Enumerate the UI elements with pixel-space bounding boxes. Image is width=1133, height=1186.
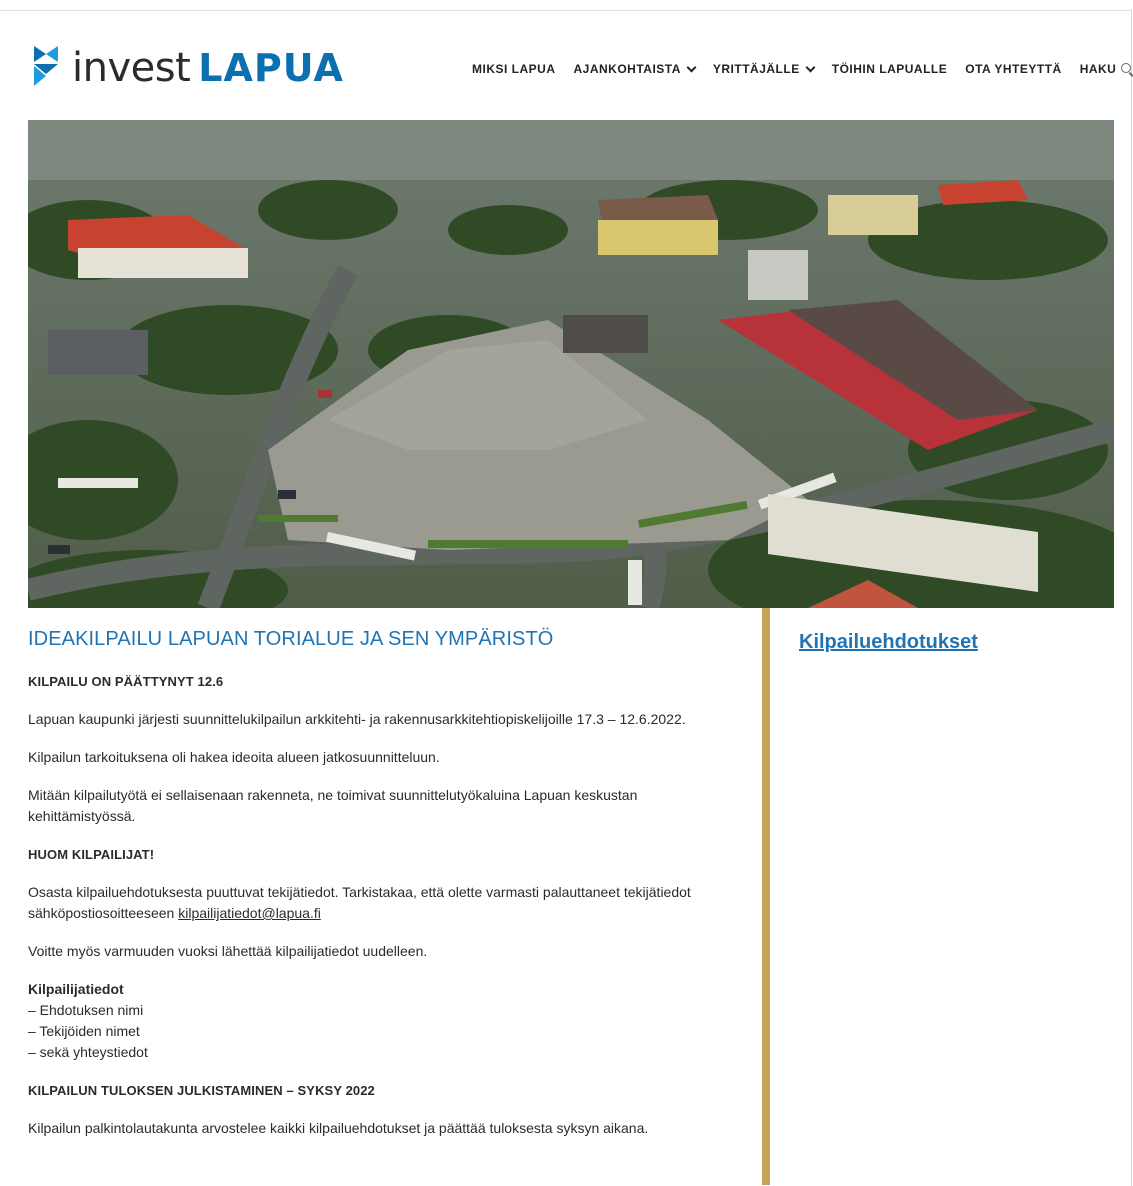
- nav-item-label: OTA YHTEYTTÄ: [965, 62, 1062, 76]
- main-nav: MIKSI LAPUA AJANKOHTAISTA YRITTÄJÄLLE TÖ…: [472, 62, 1133, 77]
- sidebar-link-kilpailuehdotukset[interactable]: Kilpailuehdotukset: [799, 631, 978, 653]
- sidebar: Kilpailuehdotukset: [799, 631, 978, 654]
- page-title: IDEAKILPAILU LAPUAN TORIALUE JA SEN YMPÄ…: [28, 628, 554, 650]
- list-item: – Ehdotuksen nimi: [28, 1002, 144, 1018]
- nav-item-toihin-lapualle[interactable]: TÖIHIN LAPUALLE: [832, 62, 948, 76]
- results-heading: KILPAILUN TULOKSEN JULKISTAMINEN – SYKSY…: [28, 1083, 375, 1098]
- article-content: IDEAKILPAILU LAPUAN TORIALUE JA SEN YMPÄ…: [28, 628, 728, 1156]
- nav-item-miksi-lapua[interactable]: MIKSI LAPUA: [472, 62, 556, 76]
- nav-item-yrittajalle[interactable]: YRITTÄJÄLLE: [712, 62, 816, 76]
- site-logo[interactable]: invest LAPUA: [30, 38, 344, 88]
- nav-item-search[interactable]: HAKU: [1079, 62, 1133, 77]
- resend-paragraph: Voitte myös varmuuden vuoksi lähettää ki…: [28, 943, 428, 959]
- logo-invest-text: invest: [72, 45, 191, 91]
- nav-item-label: TÖIHIN LAPUALLE: [831, 62, 948, 76]
- status-heading: KILPAILU ON PÄÄTTYNYT 12.6: [28, 674, 224, 689]
- chevron-down-icon: [805, 62, 816, 73]
- results-paragraph: Kilpailun palkintolautakunta arvostelee …: [28, 1120, 649, 1136]
- list-item: – sekä yhteystiedot: [28, 1044, 148, 1060]
- search-icon: [1121, 63, 1133, 77]
- email-link[interactable]: kilpailijatiedot@lapua.fi: [178, 905, 321, 921]
- info-list: Kilpailijatiedot – Ehdotuksen nimi – Tek…: [28, 979, 728, 1063]
- column-divider: [762, 608, 770, 1185]
- notice-paragraph: Osasta kilpailuehdotuksesta puuttuvat te…: [28, 882, 728, 924]
- hero-image: [28, 120, 1114, 608]
- notice-text: Osasta kilpailuehdotuksesta puuttuvat te…: [28, 884, 691, 921]
- article-paragraph-2: Kilpailun tarkoituksena oli hakea ideoit…: [28, 749, 440, 765]
- list-item: – Tekijöiden nimet: [28, 1023, 140, 1039]
- search-label: HAKU: [1079, 62, 1117, 76]
- nav-item-label: YRITTÄJÄLLE: [712, 62, 800, 76]
- article-paragraph-3: Mitään kilpailutyötä ei sellaisenaan rak…: [28, 787, 638, 824]
- article-paragraph-1: Lapuan kaupunki järjesti suunnittelukilp…: [28, 711, 686, 727]
- nav-item-ota-yhteytta[interactable]: OTA YHTEYTTÄ: [965, 62, 1061, 76]
- nav-item-label: AJANKOHTAISTA: [573, 62, 681, 76]
- nav-item-label: MIKSI LAPUA: [472, 62, 556, 76]
- nav-item-ajankohtaista[interactable]: AJANKOHTAISTA: [573, 62, 697, 76]
- info-heading: Kilpailijatiedot: [28, 981, 124, 997]
- logo-mark-icon: [34, 46, 58, 86]
- notice-heading: HUOM KILPAILIJAT!: [28, 847, 155, 862]
- logo-lapua-text: LAPUA: [198, 46, 344, 90]
- chevron-down-icon: [686, 62, 697, 73]
